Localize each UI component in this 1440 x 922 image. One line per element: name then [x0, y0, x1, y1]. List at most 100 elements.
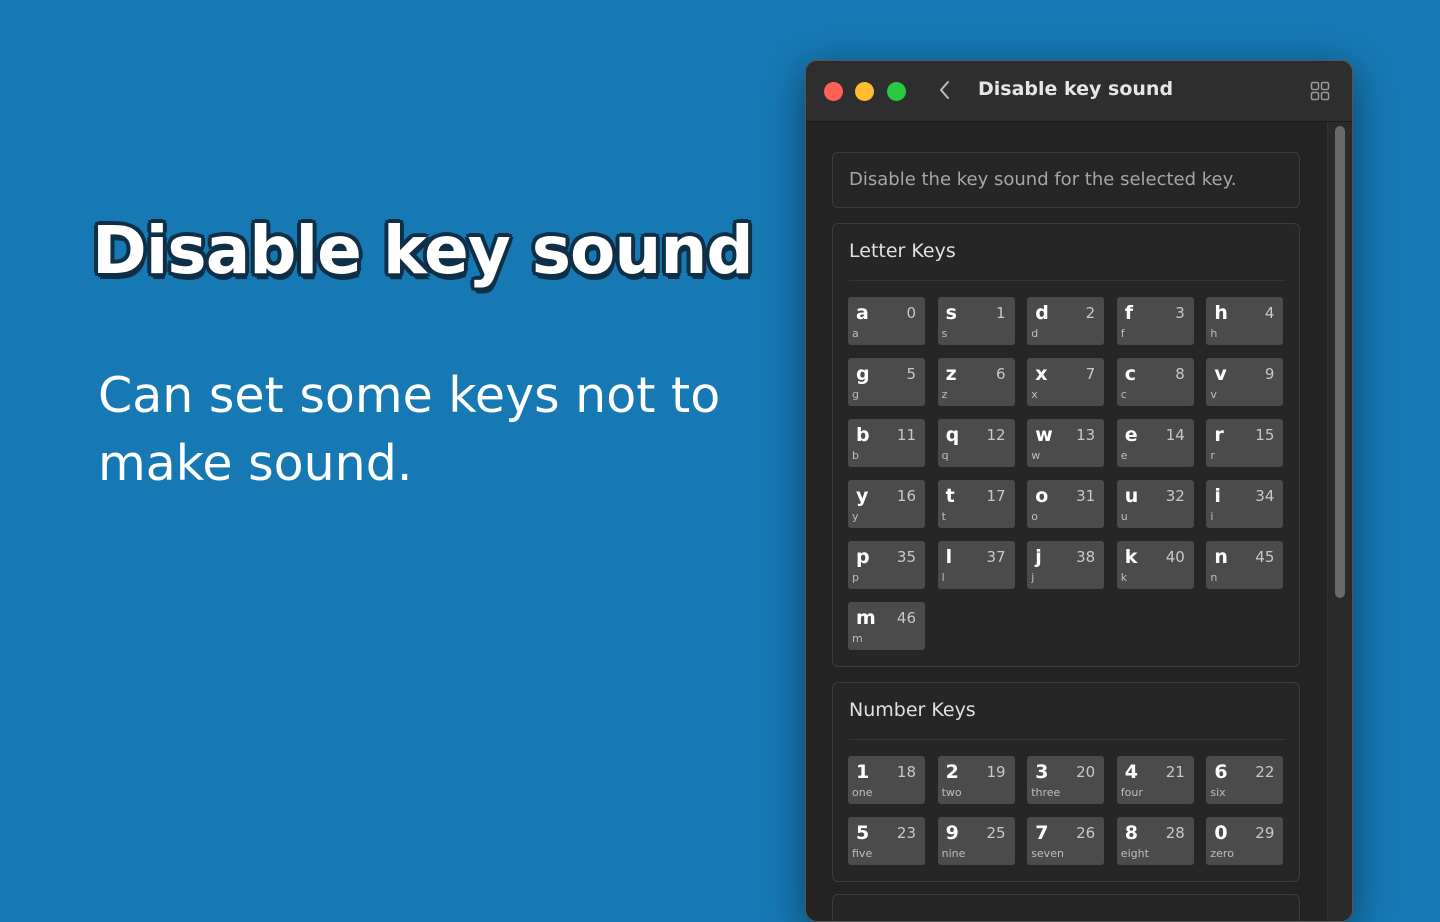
key-label: r: [1214, 424, 1224, 446]
key-tile-g[interactable]: g 5 g: [848, 358, 925, 406]
key-tile-a[interactable]: a 0 a: [848, 297, 925, 345]
key-tile-h[interactable]: h 4 h: [1206, 297, 1284, 345]
key-name: l: [941, 571, 945, 584]
key-label: c: [1124, 363, 1137, 385]
app-window: Disable key sound Disable the key sound …: [805, 60, 1353, 922]
key-tile-5[interactable]: 5 23 five: [848, 817, 925, 865]
key-name: s: [941, 327, 948, 340]
key-label: i: [1214, 485, 1221, 507]
key-name: z: [941, 388, 948, 401]
close-window-button[interactable]: [824, 82, 843, 101]
key-code: 45: [1255, 548, 1275, 566]
key-code: 13: [1076, 426, 1096, 444]
key-label: m: [856, 607, 876, 629]
key-tile-c[interactable]: c 8 c: [1116, 358, 1194, 406]
key-name: w: [1031, 449, 1041, 462]
key-tile-q[interactable]: q 12 q: [937, 419, 1015, 467]
key-tile-s[interactable]: s 1 s: [937, 297, 1015, 345]
key-code: 5: [906, 365, 916, 383]
key-tile-m[interactable]: m 46 m: [848, 602, 925, 650]
divider: [849, 280, 1285, 281]
divider: [849, 739, 1285, 740]
key-code: 16: [896, 487, 916, 505]
key-tile-x[interactable]: x 7 x: [1027, 358, 1105, 406]
key-code: 26: [1076, 824, 1096, 842]
key-label: 8: [1124, 822, 1139, 844]
key-name: i: [1210, 510, 1214, 523]
key-code: 40: [1165, 548, 1185, 566]
key-code: 17: [986, 487, 1006, 505]
key-name: t: [941, 510, 946, 523]
key-name: p: [852, 571, 859, 584]
key-tile-7[interactable]: 7 26 seven: [1027, 817, 1105, 865]
next-group: [832, 894, 1300, 921]
key-code: 25: [986, 824, 1006, 842]
minimize-window-button[interactable]: [855, 82, 874, 101]
key-name: f: [1120, 327, 1125, 340]
group-title: Letter Keys: [849, 240, 956, 262]
key-name: q: [941, 449, 949, 462]
group-title: Number Keys: [849, 699, 976, 721]
key-tile-9[interactable]: 9 25 nine: [937, 817, 1015, 865]
key-name: one: [852, 786, 873, 799]
promo-title: Disable key sound: [92, 212, 754, 289]
key-code: 22: [1255, 763, 1275, 781]
key-tile-w[interactable]: w 13 w: [1027, 419, 1105, 467]
grid-view-icon[interactable]: [1310, 81, 1330, 101]
key-tile-e[interactable]: e 14 e: [1116, 419, 1194, 467]
key-tile-0[interactable]: 0 29 zero: [1206, 817, 1284, 865]
scrollbar-thumb[interactable]: [1335, 126, 1345, 598]
key-name: x: [1031, 388, 1038, 401]
key-tile-b[interactable]: b 11 b: [848, 419, 925, 467]
key-label: z: [945, 363, 957, 385]
key-tile-i[interactable]: i 34 i: [1206, 480, 1284, 528]
key-code: 6: [996, 365, 1006, 383]
key-label: t: [945, 485, 955, 507]
key-tile-o[interactable]: o 31 o: [1027, 480, 1105, 528]
key-label: 3: [1035, 761, 1049, 783]
key-code: 9: [1264, 365, 1275, 383]
key-code: 7: [1085, 365, 1096, 383]
key-tile-d[interactable]: d 2 d: [1027, 297, 1105, 345]
key-tile-f[interactable]: f 3 f: [1116, 297, 1194, 345]
key-code: 8: [1175, 365, 1185, 383]
key-name: seven: [1031, 847, 1064, 860]
key-tile-k[interactable]: k 40 k: [1116, 541, 1194, 589]
key-name: nine: [941, 847, 966, 860]
key-tile-2[interactable]: 2 19 two: [937, 756, 1015, 804]
key-code: 11: [896, 426, 916, 444]
key-code: 15: [1255, 426, 1275, 444]
key-tile-r[interactable]: r 15 r: [1206, 419, 1284, 467]
key-label: 2: [945, 761, 959, 783]
key-tile-t[interactable]: t 17 t: [937, 480, 1015, 528]
key-tile-v[interactable]: v 9 v: [1206, 358, 1284, 406]
chevron-left-icon[interactable]: [936, 77, 954, 103]
key-tile-l[interactable]: l 37 l: [937, 541, 1015, 589]
key-tile-n[interactable]: n 45 n: [1206, 541, 1284, 589]
key-code: 18: [896, 763, 916, 781]
content-area: Disable the key sound for the selected k…: [806, 122, 1352, 921]
zoom-window-button[interactable]: [887, 82, 906, 101]
key-code: 1: [996, 304, 1006, 322]
key-label: l: [945, 546, 953, 568]
key-label: 0: [1214, 822, 1228, 844]
key-tile-z[interactable]: z 6 z: [937, 358, 1015, 406]
key-tile-6[interactable]: 6 22 six: [1206, 756, 1284, 804]
key-tile-j[interactable]: j 38 j: [1027, 541, 1105, 589]
key-tile-4[interactable]: 4 21 four: [1116, 756, 1194, 804]
key-name: u: [1120, 510, 1128, 523]
key-tile-u[interactable]: u 32 u: [1116, 480, 1194, 528]
key-tile-y[interactable]: y 16 y: [848, 480, 925, 528]
letter-keys-group: Letter Keys a 0 a s 1 s d 2 d f 3 f h 4 h g 5 g z 6 z x 7 x c 8 c v…: [832, 223, 1300, 667]
key-label: 4: [1124, 761, 1139, 783]
key-label: e: [1124, 424, 1138, 446]
key-tile-8[interactable]: 8 28 eight: [1116, 817, 1194, 865]
key-code: 4: [1264, 304, 1275, 322]
key-code: 32: [1165, 487, 1185, 505]
key-tile-3[interactable]: 3 20 three: [1027, 756, 1105, 804]
key-tile-p[interactable]: p 35 p: [848, 541, 925, 589]
key-label: s: [945, 302, 957, 324]
key-tile-1[interactable]: 1 18 one: [848, 756, 925, 804]
key-code: 35: [896, 548, 916, 566]
key-name: m: [852, 632, 863, 645]
